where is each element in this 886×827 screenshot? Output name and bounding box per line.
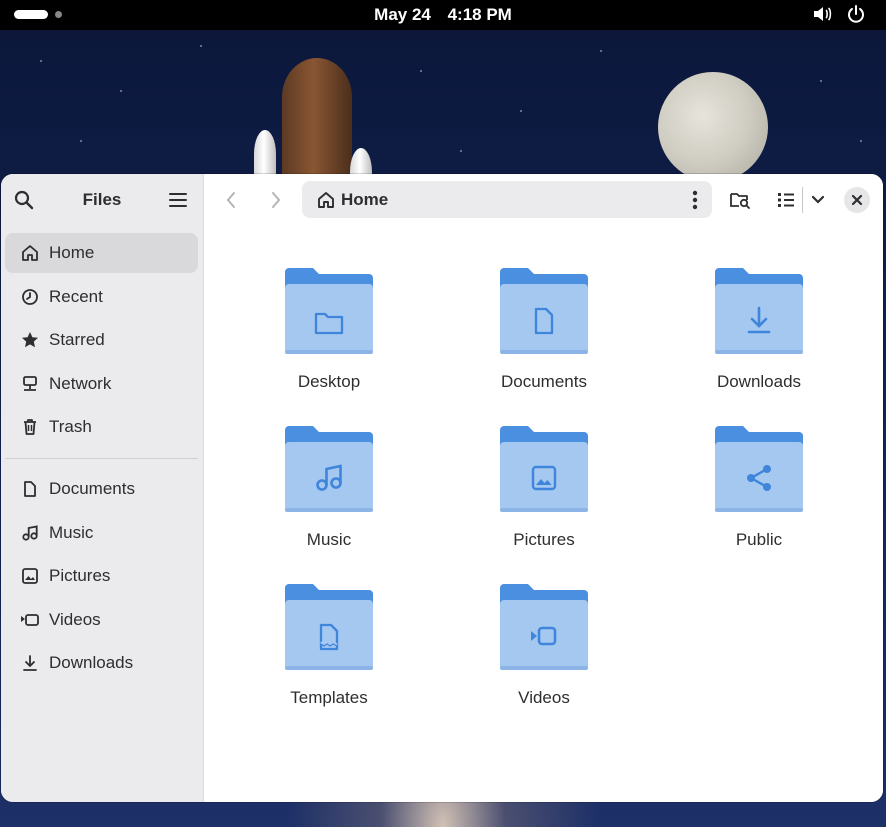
sidebar-list: Home Recent Starred Network Trash Docume… [5,233,198,687]
folder-icon [285,268,373,354]
sidebar-item-music[interactable]: Music [5,513,198,553]
folder-pictures[interactable]: Pictures [444,422,644,572]
network-icon [20,374,40,394]
sidebar-header: Files [1,174,203,226]
sidebar-item-label: Videos [49,609,101,629]
folder-icon [285,584,373,670]
list-view-icon[interactable] [775,189,797,211]
star-icon [20,330,40,350]
folder-icon [715,268,803,354]
folder-icon [715,426,803,512]
sidebar-item-starred[interactable]: Starred [5,320,198,360]
moon-image [658,72,768,182]
sidebar-item-label: Music [49,522,94,542]
clock-icon [20,287,40,307]
folder-label: Music [306,530,352,549]
folder-label: Desktop [297,372,361,391]
chevron-down-icon [811,195,825,204]
folder-icon [285,426,373,512]
sidebar-item-label: Home [49,243,95,262]
sidebar-item-label: Network [49,373,112,393]
sidebar-item-home[interactable]: Home [5,233,198,273]
volume-icon[interactable] [812,4,832,29]
breadcrumb[interactable]: Home [341,190,388,210]
folder-icon [500,426,588,512]
folder-label: Public [735,530,783,549]
rocket-image [282,58,352,188]
clock[interactable]: May 24 4:18 PM [0,5,886,25]
folder-music[interactable]: Music [229,422,429,572]
clock-time: 4:18 PM [447,5,512,24]
download-icon [20,653,40,673]
search-folder-icon[interactable] [728,189,752,211]
folder-label: Downloads [716,372,802,391]
folder-label: Pictures [513,530,575,549]
chevron-right-icon [272,192,281,208]
home-icon [317,191,335,209]
folder-label: Documents [501,372,587,391]
files-window: Files Home Recent Starred Network Trash … [1,174,883,802]
folder-icon [500,268,588,354]
sidebar-item-network[interactable]: Network [5,364,198,404]
folder-icon [500,584,588,670]
chevron-left-icon [226,192,235,208]
header-bar: Home [204,174,883,226]
sidebar-item-label: Documents [49,479,135,498]
top-bar: May 24 4:18 PM [0,0,886,30]
folder-downloads[interactable]: Downloads [659,264,859,414]
sidebar-item-documents[interactable]: Documents [5,469,198,509]
view-options-button[interactable] [807,189,829,211]
music-icon [20,523,40,543]
sidebar-item-trash[interactable]: Trash [5,407,198,447]
document-icon [20,479,40,499]
trash-icon [20,417,40,437]
close-button[interactable] [844,187,870,213]
forward-button[interactable] [265,189,287,211]
sidebar-item-label: Downloads [49,653,134,672]
toolbar-divider [802,187,803,213]
sidebar-item-label: Recent [49,286,103,306]
close-icon [851,194,863,206]
video-icon [20,610,40,630]
sidebar-item-label: Pictures [49,566,111,585]
main-view: Home Desktop Documents Downloads Music P… [204,174,883,802]
folder-videos[interactable]: Videos [444,580,644,730]
location-bar[interactable]: Home [302,181,712,218]
kebab-menu-icon[interactable] [692,190,698,215]
sidebar-item-recent[interactable]: Recent [5,277,198,317]
folder-templates[interactable]: Templates [229,580,429,730]
sidebar: Files Home Recent Starred Network Trash … [1,174,204,802]
sidebar-item-pictures[interactable]: Pictures [5,556,198,596]
folder-desktop[interactable]: Desktop [229,264,429,414]
back-button[interactable] [220,189,242,211]
clock-date: May 24 [374,5,431,24]
folder-documents[interactable]: Documents [444,264,644,414]
sidebar-item-videos[interactable]: Videos [5,600,198,640]
picture-icon [20,566,40,586]
sidebar-item-label: Starred [49,330,105,349]
folder-label: Videos [518,688,570,707]
home-icon [20,243,40,263]
folder-label: Templates [290,688,368,707]
sidebar-item-downloads[interactable]: Downloads [5,643,198,683]
main-menu-icon[interactable] [167,189,189,211]
sidebar-item-label: Trash [49,417,92,436]
power-icon[interactable] [846,4,866,29]
folder-public[interactable]: Public [659,422,859,572]
sidebar-divider [5,458,198,459]
